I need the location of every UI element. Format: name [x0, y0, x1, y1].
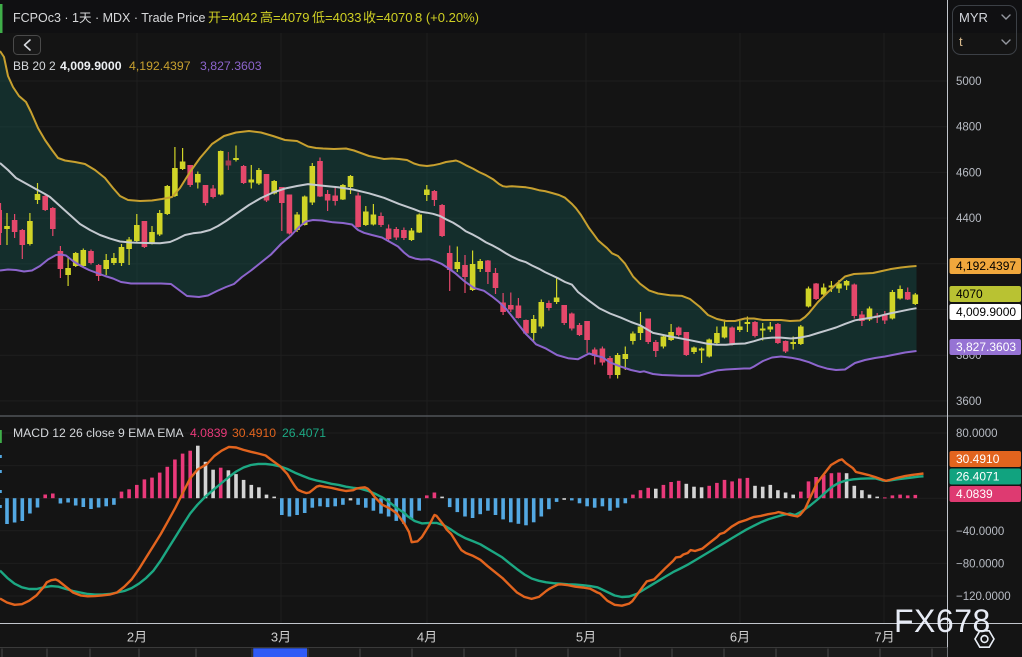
svg-text:80.0000: 80.0000: [956, 428, 998, 440]
svg-text:−120.0000: −120.0000: [956, 591, 1011, 603]
svg-text:30.4910: 30.4910: [232, 426, 276, 440]
svg-text:4,192.4397: 4,192.4397: [956, 259, 1016, 273]
svg-text:3,827.3603: 3,827.3603: [200, 59, 262, 73]
svg-text:3600: 3600: [956, 396, 982, 408]
svg-text:4600: 4600: [956, 167, 982, 179]
svg-text:开=4042: 开=4042: [208, 10, 258, 25]
svg-text:4.0839: 4.0839: [956, 487, 993, 501]
svg-text:低=4033: 低=4033: [312, 10, 362, 25]
svg-text:高=4079: 高=4079: [260, 10, 310, 25]
svg-text:MYR: MYR: [959, 10, 988, 25]
svg-text:MACD 12 26 close 9 EMA EMA: MACD 12 26 close 9 EMA EMA: [13, 426, 185, 440]
svg-text:26.4071: 26.4071: [282, 426, 326, 440]
svg-text:收=4070: 收=4070: [363, 10, 413, 25]
svg-text:5月: 5月: [576, 630, 596, 645]
svg-text:3月: 3月: [271, 630, 291, 645]
svg-text:26.4071: 26.4071: [956, 470, 1000, 484]
svg-text:FCPOc3 · 1天 · MDX · Trade Pric: FCPOc3 · 1天 · MDX · Trade Price: [13, 11, 205, 25]
svg-text:4,009.9000: 4,009.9000: [956, 305, 1016, 319]
svg-text:30.4910: 30.4910: [956, 452, 1000, 466]
svg-text:t: t: [959, 34, 963, 49]
svg-text:4070: 4070: [956, 287, 983, 301]
svg-text:BB 20 2: BB 20 2: [13, 59, 56, 73]
svg-text:3,827.3603: 3,827.3603: [956, 340, 1016, 354]
svg-text:−40.0000: −40.0000: [956, 526, 1004, 538]
svg-text:4800: 4800: [956, 122, 982, 134]
svg-text:4,009.9000: 4,009.9000: [60, 59, 122, 73]
svg-text:7月: 7月: [874, 630, 894, 645]
svg-text:4,192.4397: 4,192.4397: [129, 59, 191, 73]
svg-text:4400: 4400: [956, 213, 982, 225]
svg-text:5000: 5000: [956, 76, 982, 88]
svg-text:8 (+0.20%): 8 (+0.20%): [415, 10, 479, 25]
svg-text:4.0839: 4.0839: [190, 426, 227, 440]
svg-text:2月: 2月: [127, 630, 147, 645]
svg-text:FX678: FX678: [894, 603, 991, 639]
svg-text:6月: 6月: [730, 630, 750, 645]
svg-text:−80.0000: −80.0000: [956, 558, 1004, 570]
svg-text:4月: 4月: [417, 630, 437, 645]
